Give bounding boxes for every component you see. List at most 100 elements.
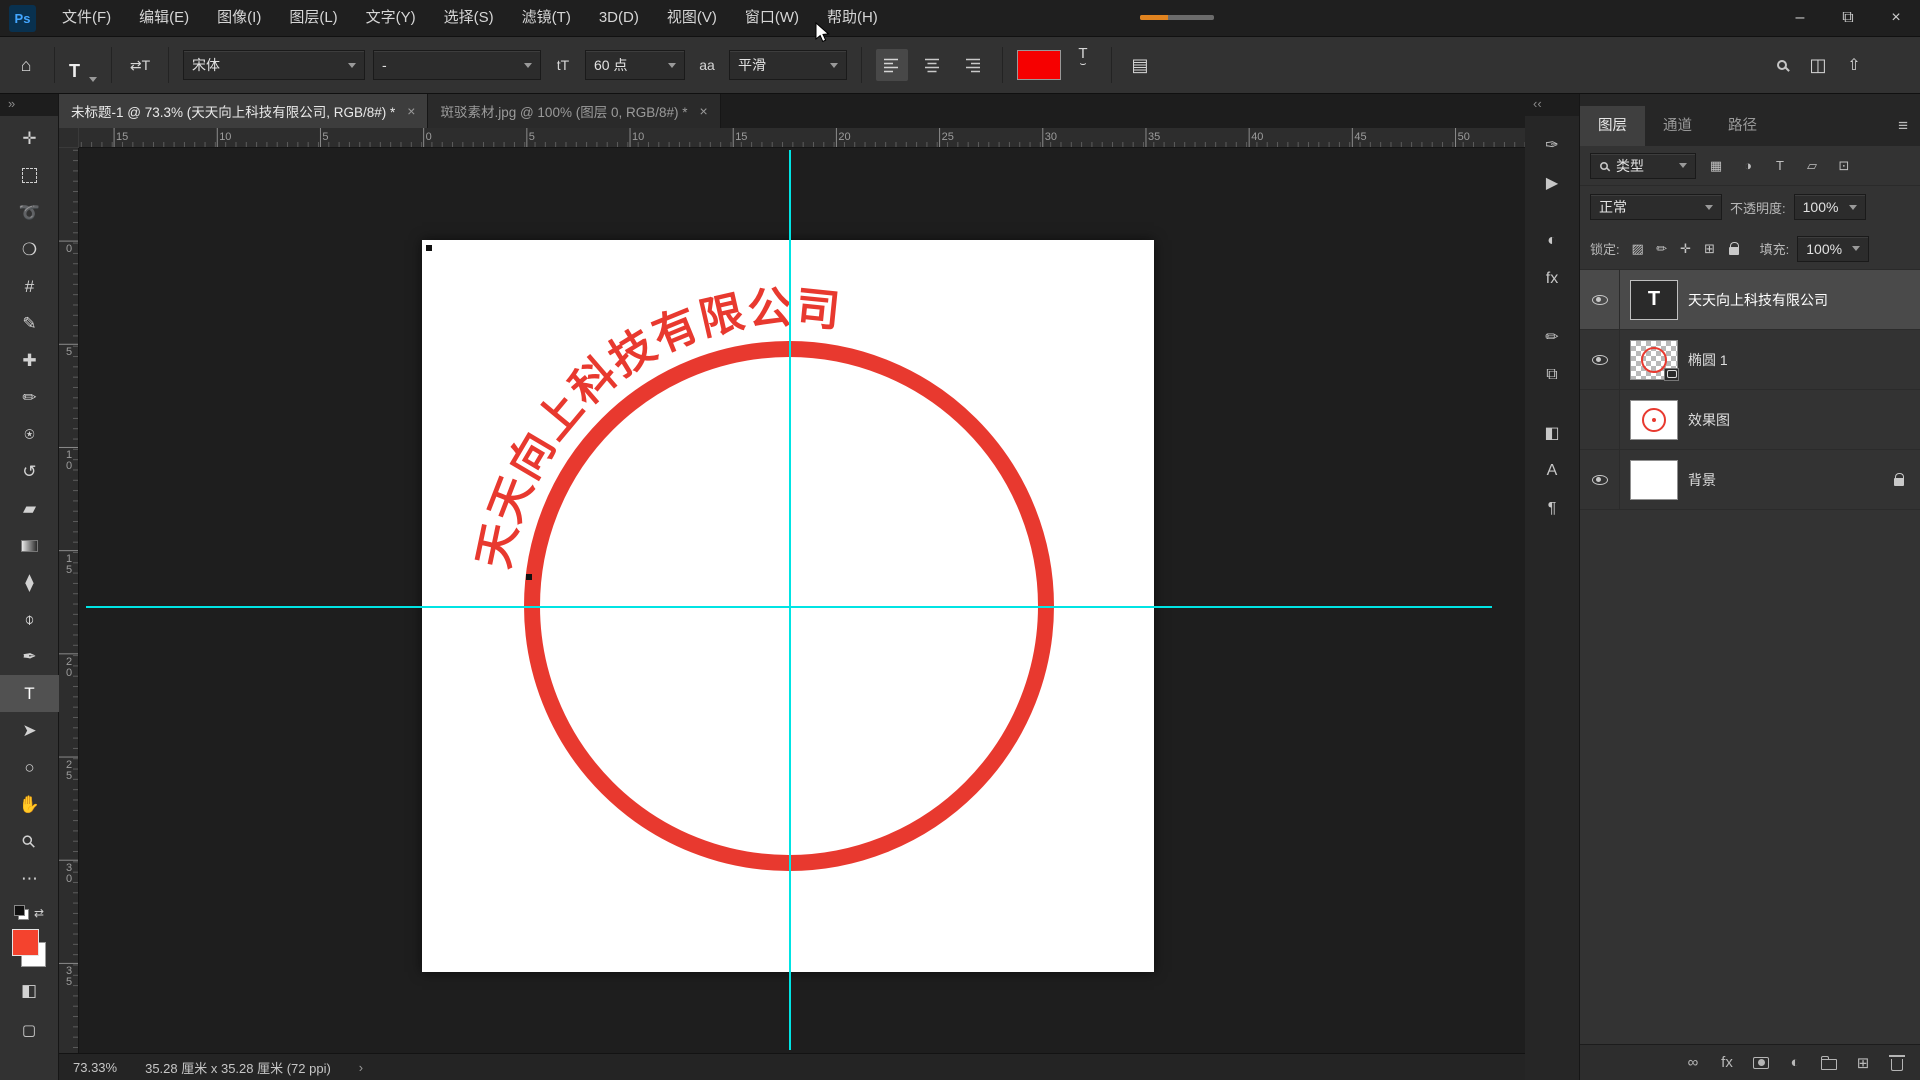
panel-tab-0[interactable]: 图层 bbox=[1580, 106, 1645, 146]
brush-tool[interactable]: ✏ bbox=[0, 379, 59, 416]
pen-tool[interactable]: ✒ bbox=[0, 638, 59, 675]
zoom-level[interactable]: 73.33% bbox=[73, 1060, 117, 1075]
history-brush-tool[interactable]: ↺ bbox=[0, 453, 59, 490]
horizontal-ruler[interactable]: 1510505101520253035404550 bbox=[79, 128, 1525, 148]
document-tab[interactable]: 斑驳素材.jpg @ 100% (图层 0, RGB/8#) *× bbox=[428, 94, 720, 128]
switch-colors-icon[interactable]: ⇄ bbox=[34, 906, 44, 920]
gradient-tool[interactable] bbox=[0, 527, 59, 564]
menu-type[interactable]: 文字(Y) bbox=[352, 0, 430, 36]
font-style-select[interactable]: - bbox=[373, 50, 541, 80]
layer-row[interactable]: 背景 bbox=[1580, 450, 1920, 510]
lock-artboard-icon[interactable]: ⊞ bbox=[1700, 239, 1720, 259]
layer-visibility-toggle[interactable] bbox=[1580, 450, 1620, 509]
delete-layer-icon[interactable] bbox=[1888, 1053, 1906, 1073]
fill-select[interactable]: 100% bbox=[1797, 236, 1869, 262]
tab-close-icon[interactable]: × bbox=[407, 103, 415, 119]
adjustments-panel-icon[interactable]: ◐ bbox=[1532, 224, 1572, 258]
crop-tool[interactable]: # bbox=[0, 268, 59, 305]
adjustment-layers-filter-icon[interactable]: ◑ bbox=[1735, 154, 1761, 178]
eraser-tool[interactable]: ▰ bbox=[0, 490, 59, 527]
menu-file[interactable]: 文件(F) bbox=[48, 0, 125, 36]
zoom-tool[interactable]: ⚲ bbox=[0, 823, 59, 860]
menu-filter[interactable]: 滤镜(T) bbox=[508, 0, 585, 36]
ellipse-tool[interactable]: ○ bbox=[0, 749, 59, 786]
rectangular-marquee-tool[interactable] bbox=[0, 157, 59, 194]
home-icon[interactable]: ⌂ bbox=[12, 48, 40, 82]
shape-layers-filter-icon[interactable]: ▱ bbox=[1799, 154, 1825, 178]
toolbar-collapse-chevron[interactable]: » bbox=[0, 94, 58, 116]
workspace-icon[interactable]: ◫ bbox=[1804, 48, 1832, 82]
lock-transparent-pixels-icon[interactable]: ▨ bbox=[1628, 239, 1648, 259]
hand-tool[interactable]: ✋ bbox=[0, 786, 59, 823]
dock-collapse-chevron[interactable]: ‹‹ bbox=[1525, 94, 1579, 116]
layer-row[interactable]: 效果图 bbox=[1580, 390, 1920, 450]
screen-mode-button[interactable]: ▢ bbox=[0, 1015, 59, 1045]
text-orientation-toggle-icon[interactable]: ⇄T bbox=[126, 48, 154, 82]
add-layer-mask-icon[interactable] bbox=[1752, 1053, 1770, 1073]
type-tool[interactable]: T bbox=[0, 675, 59, 712]
opacity-select[interactable]: 100% bbox=[1794, 194, 1866, 220]
text-color-swatch[interactable] bbox=[1017, 50, 1061, 80]
menu-edit[interactable]: 编辑(E) bbox=[125, 0, 203, 36]
layer-thumbnail[interactable]: T bbox=[1630, 280, 1678, 320]
ruler-corner[interactable] bbox=[59, 128, 79, 148]
pixel-layers-filter-icon[interactable]: ▦ bbox=[1703, 154, 1729, 178]
spot-healing-brush-tool[interactable]: ✚ bbox=[0, 342, 59, 379]
vertical-guide[interactable] bbox=[789, 150, 791, 1050]
menu-image[interactable]: 图像(I) bbox=[203, 0, 275, 36]
menu-window[interactable]: 窗口(W) bbox=[731, 0, 813, 36]
eyedropper-tool[interactable]: ✎ bbox=[0, 305, 59, 342]
align-right-button[interactable] bbox=[956, 49, 988, 81]
status-chevron[interactable]: › bbox=[359, 1060, 363, 1075]
link-layers-icon[interactable]: ∞ bbox=[1684, 1053, 1702, 1073]
new-layer-icon[interactable]: ⊞ bbox=[1854, 1053, 1872, 1073]
clone-source-panel-icon[interactable]: ⧉ bbox=[1532, 358, 1572, 392]
minimize-button[interactable]: – bbox=[1776, 0, 1824, 36]
warp-text-icon[interactable]: T⌣ bbox=[1069, 48, 1097, 82]
foreground-color-swatch[interactable] bbox=[12, 929, 39, 956]
layer-thumbnail[interactable] bbox=[1630, 340, 1678, 380]
menu-select[interactable]: 选择(S) bbox=[430, 0, 508, 36]
panel-menu-icon[interactable]: ≡ bbox=[1898, 116, 1920, 136]
canvas-area[interactable]: 1510505101520253035404550 05101520253035… bbox=[59, 128, 1525, 1053]
quick-selection-tool[interactable]: ❍ bbox=[0, 231, 59, 268]
quick-mask-button[interactable]: ◧ bbox=[0, 976, 59, 1006]
lasso-tool[interactable]: ➰ bbox=[0, 194, 59, 231]
adjustment-layer-icon[interactable]: ◐ bbox=[1786, 1053, 1804, 1073]
menu-view[interactable]: 视图(V) bbox=[653, 0, 731, 36]
document-tab[interactable]: 未标题-1 @ 73.3% (天天向上科技有限公司, RGB/8#) *× bbox=[59, 94, 428, 128]
smart-object-filter-icon[interactable]: ⊡ bbox=[1831, 154, 1857, 178]
layer-row[interactable]: 椭圆 1 bbox=[1580, 330, 1920, 390]
lock-position-icon[interactable]: ✛ bbox=[1676, 239, 1696, 259]
layer-visibility-toggle[interactable] bbox=[1580, 270, 1620, 329]
menu-layer[interactable]: 图层(L) bbox=[275, 0, 351, 36]
panel-tab-1[interactable]: 通道 bbox=[1645, 106, 1710, 146]
type-layers-filter-icon[interactable]: T bbox=[1767, 154, 1793, 178]
blur-tool[interactable]: ⧫ bbox=[0, 564, 59, 601]
anti-alias-select[interactable]: 平滑 bbox=[729, 50, 847, 80]
new-group-icon[interactable] bbox=[1820, 1053, 1838, 1073]
restore-button[interactable]: ⧉ bbox=[1824, 0, 1872, 36]
type-tool-preset-icon[interactable]: T bbox=[69, 48, 97, 82]
menu-3d[interactable]: 3D(D) bbox=[585, 0, 653, 36]
search-icon[interactable] bbox=[1768, 48, 1796, 82]
font-size-select[interactable]: 60 点 bbox=[585, 50, 685, 80]
vertical-ruler[interactable]: 05101520253035 bbox=[59, 148, 79, 1053]
default-colors-icon[interactable] bbox=[14, 905, 29, 920]
share-icon[interactable]: ⇧ bbox=[1840, 48, 1868, 82]
actions-panel-icon[interactable]: ▶ bbox=[1532, 166, 1572, 200]
edit-toolbar-icon[interactable]: ⋯ bbox=[0, 860, 59, 897]
align-left-button[interactable] bbox=[876, 49, 908, 81]
properties-panel-icon[interactable]: ◧ bbox=[1532, 416, 1572, 450]
photoshop-logo-icon[interactable]: Ps bbox=[9, 5, 36, 32]
glyphs-panel-icon[interactable]: A bbox=[1532, 454, 1572, 488]
layer-filter-type-select[interactable]: 类型 bbox=[1590, 153, 1696, 179]
layer-thumbnail[interactable] bbox=[1630, 460, 1678, 500]
panel-tab-2[interactable]: 路径 bbox=[1710, 106, 1775, 146]
menu-help[interactable]: 帮助(H) bbox=[813, 0, 892, 36]
close-button[interactable]: × bbox=[1872, 0, 1920, 36]
dodge-tool[interactable]: ⌽ bbox=[0, 601, 59, 638]
layer-visibility-toggle[interactable] bbox=[1580, 330, 1620, 389]
layer-visibility-toggle[interactable] bbox=[1580, 390, 1620, 449]
layer-style-icon[interactable]: fx bbox=[1718, 1053, 1736, 1073]
